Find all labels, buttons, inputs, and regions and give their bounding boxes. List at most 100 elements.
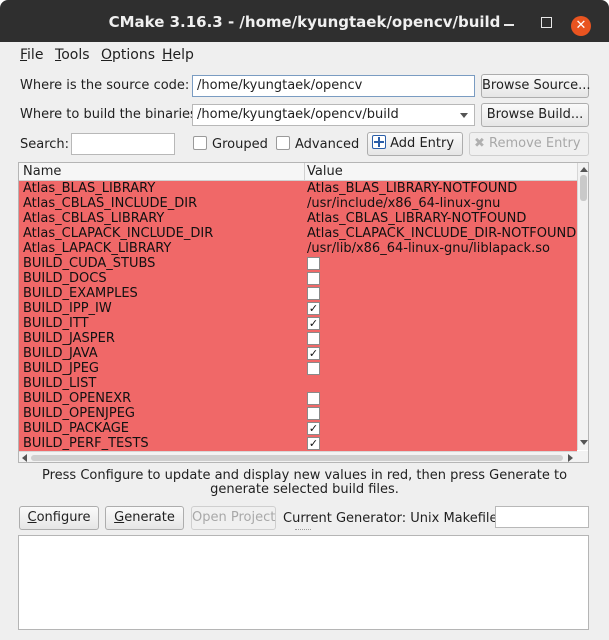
table-row[interactable]: BUILD_EXAMPLES [19, 286, 577, 301]
source-path-input[interactable]: /home/kyungtaek/opencv [192, 75, 475, 97]
scroll-corner [577, 451, 588, 462]
row-checkbox[interactable] [307, 257, 320, 270]
output-log[interactable] [18, 535, 589, 630]
row-name: BUILD_JAVA [23, 346, 98, 361]
table-row[interactable]: BUILD_CUDA_STUBS [19, 256, 577, 271]
row-name: BUILD_CUDA_STUBS [23, 256, 156, 271]
menu-tools[interactable]: Tools [55, 47, 90, 63]
vertical-scroll-thumb[interactable] [580, 175, 587, 201]
configure-button[interactable]: Configure [19, 506, 99, 530]
table-row[interactable]: Atlas_CBLAS_LIBRARY Atlas_CBLAS_LIBRARY-N… [19, 211, 577, 226]
table-body: Atlas_BLAS_LIBRARY Atlas_BLAS_LIBRARY-NOT… [19, 181, 577, 451]
table-row[interactable]: BUILD_IPP_IW ✓ [19, 301, 577, 316]
table-row[interactable]: BUILD_ITT ✓ [19, 316, 577, 331]
row-checkbox-checked[interactable]: ✓ [307, 347, 320, 360]
generate-button[interactable]: Generate [105, 506, 184, 530]
search-label: Search: [20, 137, 70, 152]
generate-label-rest: enerate [124, 510, 175, 525]
row-checkbox-checked[interactable]: ✓ [307, 437, 320, 450]
column-header-value[interactable]: Value [307, 164, 343, 179]
table-row[interactable]: Atlas_LAPACK_LIBRARY/usr/lib/x86_64-linu… [19, 241, 577, 256]
row-value[interactable]: Atlas_CBLAS_LIBRARY-NOTFOUND [307, 211, 526, 226]
add-icon [372, 135, 386, 149]
horizontal-scroll-thumb[interactable] [31, 455, 563, 461]
grouped-checkbox[interactable] [193, 136, 207, 150]
row-checkbox[interactable] [307, 287, 320, 300]
row-value[interactable]: Atlas_CLAPACK_INCLUDE_DIR-NOTFOUND [307, 226, 576, 241]
grouped-label: Grouped [212, 137, 268, 152]
table-row[interactable]: BUILD_OPENJPEG [19, 406, 577, 421]
table-row[interactable]: Atlas_BLAS_LIBRARY Atlas_BLAS_LIBRARY-NOT… [19, 181, 577, 196]
table-row[interactable]: BUILD_PERF_TESTS ✓ [19, 436, 577, 451]
table-row[interactable]: BUILD_JAVA ✓ [19, 346, 577, 361]
row-checkbox-checked[interactable]: ✓ [307, 317, 320, 330]
menu-file-label: ile [27, 47, 44, 63]
column-header-name[interactable]: Name [23, 164, 61, 179]
row-name: BUILD_PACKAGE [23, 421, 130, 436]
advanced-checkbox[interactable] [276, 136, 290, 150]
browse-build-button[interactable]: Browse Build... [481, 103, 589, 127]
table-row[interactable]: BUILD_OPENEXR [19, 391, 577, 406]
generator-extra-field[interactable] [495, 506, 589, 528]
scroll-right-icon[interactable] [568, 454, 573, 462]
advanced-label: Advanced [295, 137, 360, 152]
source-label: Where is the source code: [20, 78, 190, 93]
table-row[interactable]: BUILD_JASPER [19, 331, 577, 346]
row-value[interactable]: Atlas_BLAS_LIBRARY-NOTFOUND [307, 181, 517, 196]
menu-help[interactable]: Help [162, 47, 194, 63]
table-row[interactable]: BUILD_DOCS [19, 271, 577, 286]
build-path-combobox[interactable]: /home/kyungtaek/opencv/build [192, 104, 475, 126]
menu-bar: File Tools Options Help [0, 43, 609, 65]
scroll-left-icon[interactable] [22, 454, 27, 462]
chevron-down-icon[interactable] [460, 113, 468, 118]
remove-entry-label: Remove Entry [489, 136, 581, 151]
menu-file[interactable]: File [20, 47, 43, 63]
open-project-button[interactable]: Open Project [191, 506, 276, 530]
row-value[interactable]: /usr/lib/x86_64-linux-gnu/liblapack.so [307, 241, 550, 256]
menu-file-mnemonic: F [20, 47, 28, 63]
scroll-down-icon[interactable] [580, 440, 588, 445]
browse-source-button[interactable]: Browse Source... [481, 74, 591, 98]
minimize-button[interactable] [500, 13, 518, 31]
row-checkbox-checked[interactable]: ✓ [307, 422, 320, 435]
row-name: BUILD_EXAMPLES [23, 286, 138, 301]
row-checkbox[interactable] [307, 332, 320, 345]
horizontal-scrollbar[interactable] [19, 451, 577, 462]
vertical-scrollbar[interactable] [577, 163, 588, 450]
column-divider[interactable] [304, 163, 305, 181]
maximize-button[interactable] [537, 13, 555, 31]
row-name: BUILD_JASPER [23, 331, 115, 346]
row-name: Atlas_CBLAS_INCLUDE_DIR [23, 196, 198, 211]
splitter-handle[interactable] [295, 529, 311, 532]
row-checkbox[interactable] [307, 272, 320, 285]
table-row[interactable]: Atlas_CLAPACK_INCLUDE_DIR Atlas_CLAPACK_I… [19, 226, 577, 241]
row-name: Atlas_CBLAS_LIBRARY [23, 211, 165, 226]
row-checkbox[interactable] [307, 362, 320, 375]
generate-mnemonic: G [114, 510, 125, 525]
row-name: BUILD_IPP_IW [23, 301, 112, 316]
row-name: BUILD_PERF_TESTS [23, 436, 149, 451]
table-row[interactable]: BUILD_JPEG [19, 361, 577, 376]
remove-entry-button[interactable]: ✖ Remove Entry [469, 132, 589, 156]
row-checkbox[interactable] [307, 407, 320, 420]
menu-help-mnemonic: H [162, 47, 173, 63]
scroll-up-icon[interactable] [580, 167, 588, 172]
build-label: Where to build the binaries: [20, 107, 202, 122]
row-checkbox[interactable] [307, 392, 320, 405]
table-row[interactable]: BUILD_LIST [19, 376, 577, 391]
close-button[interactable]: ✕ [571, 16, 591, 36]
add-entry-label: Add Entry [390, 136, 455, 151]
menu-options[interactable]: Options [101, 47, 155, 63]
row-name: BUILD_DOCS [23, 271, 107, 286]
row-name: BUILD_OPENEXR [23, 391, 132, 406]
row-value[interactable]: /usr/include/x86_64-linux-gnu [307, 196, 500, 211]
title-bar[interactable]: CMake 3.16.3 - /home/kyungtaek/opencv/bu… [0, 0, 609, 42]
row-checkbox-checked[interactable]: ✓ [307, 302, 320, 315]
search-input[interactable] [71, 133, 175, 155]
table-row[interactable]: Atlas_CBLAS_INCLUDE_DIR/usr/include/x86_… [19, 196, 577, 211]
table-row[interactable]: BUILD_PACKAGE ✓ [19, 421, 577, 436]
row-name: BUILD_OPENJPEG [23, 406, 135, 421]
row-name: Atlas_LAPACK_LIBRARY [23, 241, 172, 256]
add-entry-button[interactable]: Add Entry [367, 132, 463, 156]
cache-table[interactable]: Name Value Atlas_BLAS_LIBRARY Atlas_BLAS_… [18, 162, 589, 463]
